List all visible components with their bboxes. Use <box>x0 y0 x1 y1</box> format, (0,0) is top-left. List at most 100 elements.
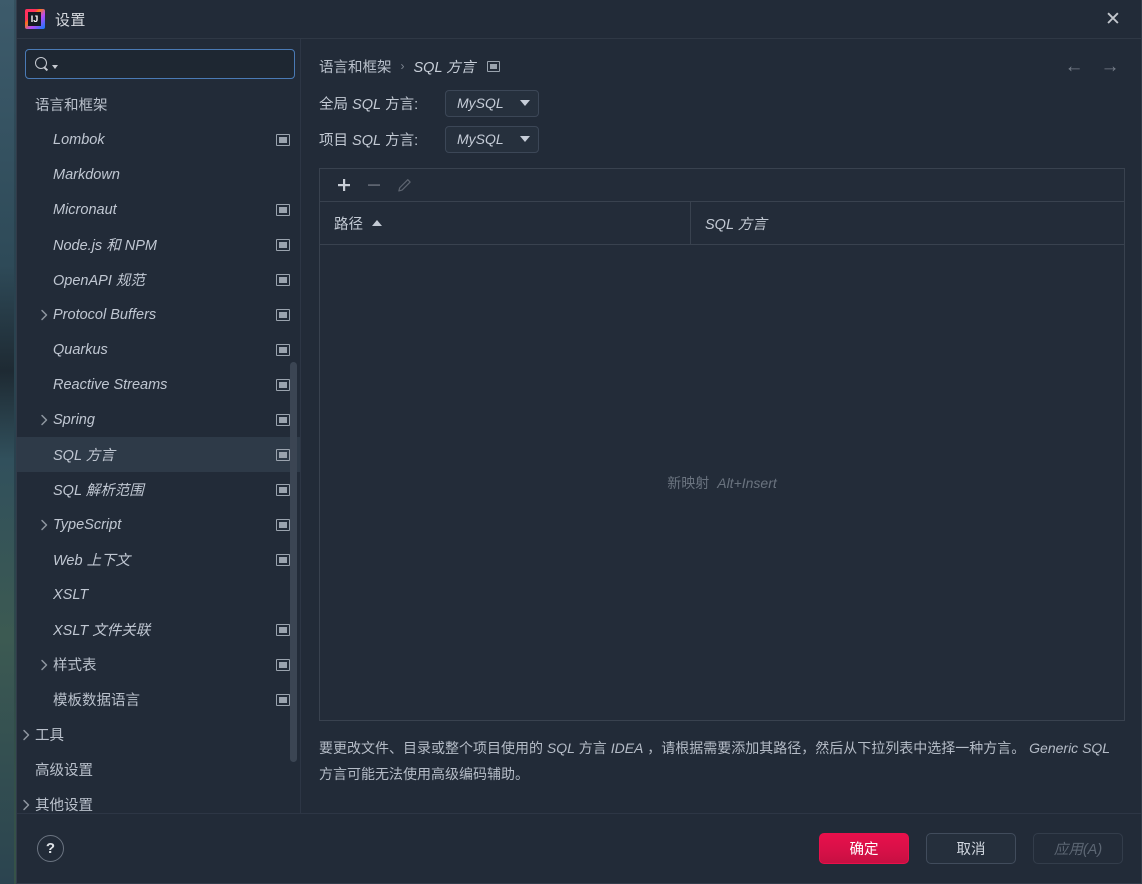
module-settings-icon <box>276 273 290 286</box>
sidebar-item-5[interactable]: OpenAPI 规范 <box>17 262 300 297</box>
chevron-right-icon[interactable] <box>35 519 53 531</box>
sidebar-item-20[interactable]: 其他设置 <box>17 787 300 813</box>
sidebar-item-label: Node.js 和 NPM <box>53 238 157 254</box>
sidebar-item-10[interactable]: SQL 方言 <box>17 437 300 472</box>
settings-tree[interactable]: 语言和框架 Lombok Markdown Micronaut Node.js 和 NP… <box>17 85 300 813</box>
pencil-icon <box>397 178 411 192</box>
sidebar-item-12[interactable]: TypeScript <box>17 507 300 542</box>
sidebar-item-13[interactable]: Web 上下文 <box>17 542 300 577</box>
chevron-right-icon[interactable] <box>35 309 53 321</box>
sidebar-item-9[interactable]: Spring <box>17 402 300 437</box>
module-settings-icon <box>276 133 290 146</box>
sidebar-item-label: SQL 解析范围 <box>53 483 144 499</box>
sidebar-scrollbar[interactable] <box>290 362 297 762</box>
settings-sidebar: 语言和框架 Lombok Markdown Micronaut Node.js 和 NP… <box>17 39 301 813</box>
sidebar-item-7[interactable]: Quarkus <box>17 332 300 367</box>
module-settings-icon <box>276 483 290 496</box>
mappings-toolbar <box>320 169 1124 202</box>
column-header-dialect[interactable]: SQL 方言 <box>691 202 1124 244</box>
global-dialect-label-suffix: 方言: <box>385 96 419 113</box>
chevron-right-icon[interactable] <box>17 799 35 811</box>
sidebar-item-label: Spring <box>53 411 95 428</box>
sidebar-item-1[interactable]: Lombok <box>17 122 300 157</box>
project-dialect-label: 项目 SQL 方言: <box>319 129 445 150</box>
dialog-footer: ? 确定 取消 应用(A) <box>17 813 1141 883</box>
global-dialect-value: MySQL <box>457 95 504 111</box>
add-mapping-button[interactable] <box>330 172 358 198</box>
chevron-right-icon[interactable] <box>17 729 35 741</box>
sidebar-item-label: XSLT 文件关联 <box>53 623 151 639</box>
search-input[interactable] <box>58 56 286 72</box>
sidebar-item-label: 其他设置 <box>35 798 93 813</box>
module-settings-icon <box>276 553 290 566</box>
sidebar-item-label: Web 上下文 <box>53 553 131 569</box>
project-dialect-label-prefix: 项目 <box>319 132 348 149</box>
sidebar-item-19[interactable]: 高级设置 <box>17 752 300 787</box>
project-dialect-dropdown[interactable]: MySQL <box>445 125 539 153</box>
global-dialect-label-prefix: 全局 <box>319 96 348 113</box>
empty-state: 新映射 Alt+Insert <box>667 473 777 493</box>
sidebar-item-label: 工具 <box>35 728 64 744</box>
chevron-down-icon <box>520 100 530 106</box>
sidebar-item-16[interactable]: 样式表 <box>17 647 300 682</box>
chevron-right-icon[interactable] <box>35 414 53 426</box>
sort-ascending-icon <box>372 220 382 226</box>
sidebar-item-label: SQL 方言 <box>53 448 115 464</box>
module-settings-icon <box>276 238 290 251</box>
apply-button[interactable]: 应用(A) <box>1033 833 1123 864</box>
module-settings-icon <box>276 413 290 426</box>
sidebar-item-3[interactable]: Micronaut <box>17 192 300 227</box>
ok-button[interactable]: 确定 <box>819 833 909 864</box>
back-arrow-icon[interactable]: ← <box>1063 55 1085 77</box>
column-header-path[interactable]: 路径 <box>320 202 691 244</box>
sidebar-item-6[interactable]: Protocol Buffers <box>17 297 300 332</box>
settings-dialog: IJ 设置 ✕ 语言和框架 Lombok Markdown Micronaut Node… <box>16 0 1142 884</box>
hint-generic-sql: Generic SQL <box>1029 740 1111 756</box>
sidebar-item-15[interactable]: XSLT 文件关联 <box>17 612 300 647</box>
global-dialect-row: 全局 SQL 方言: MySQL <box>319 85 1125 121</box>
mappings-table-block: 路径 SQL 方言 新映射 Alt+Insert <box>319 168 1125 721</box>
hint-sql: SQL <box>546 740 575 756</box>
edit-mapping-button[interactable] <box>390 172 418 198</box>
minus-icon <box>368 184 380 186</box>
mappings-table-body[interactable]: 新映射 Alt+Insert <box>320 245 1124 720</box>
search-box[interactable] <box>25 49 295 79</box>
breadcrumb-parent[interactable]: 语言和框架 <box>319 56 392 77</box>
hint-part-1: 要更改文件、目录或整个项目使用的 <box>319 740 543 756</box>
empty-state-shortcut: Alt+Insert <box>717 474 777 491</box>
sidebar-item-11[interactable]: SQL 解析范围 <box>17 472 300 507</box>
module-settings-icon <box>276 623 290 636</box>
sidebar-item-label: Protocol Buffers <box>53 306 157 323</box>
sidebar-item-17[interactable]: 模板数据语言 <box>17 682 300 717</box>
sidebar-item-18[interactable]: 工具 <box>17 717 300 752</box>
global-dialect-label: 全局 SQL 方言: <box>319 93 445 114</box>
sidebar-item-label: XSLT <box>53 586 89 603</box>
search-area <box>17 39 300 85</box>
sidebar-item-14[interactable]: XSLT <box>17 577 300 612</box>
sidebar-item-label: 语言和框架 <box>35 98 108 114</box>
cancel-button[interactable]: 取消 <box>926 833 1016 864</box>
remove-mapping-button[interactable] <box>360 172 388 198</box>
sidebar-item-label: Quarkus <box>53 341 108 358</box>
sidebar-item-0[interactable]: 语言和框架 <box>17 87 300 122</box>
sidebar-item-2[interactable]: Markdown <box>17 157 300 192</box>
global-dialect-dropdown[interactable]: MySQL <box>445 89 539 117</box>
project-dialect-label-suffix: 方言: <box>385 132 419 149</box>
module-settings-icon <box>276 658 290 671</box>
chevron-right-icon[interactable] <box>35 659 53 671</box>
sidebar-item-label: 模板数据语言 <box>53 693 140 709</box>
title-bar: IJ 设置 ✕ <box>17 0 1141 39</box>
app-icon-letter: IJ <box>28 12 41 26</box>
sidebar-item-8[interactable]: Reactive Streams <box>17 367 300 402</box>
forward-arrow-icon[interactable]: → <box>1099 55 1121 77</box>
breadcrumb-current: SQL 方言 <box>413 59 476 76</box>
sidebar-item-label: Reactive Streams <box>53 376 168 393</box>
close-icon[interactable]: ✕ <box>1097 3 1129 35</box>
search-icon <box>35 56 51 72</box>
project-dialect-row: 项目 SQL 方言: MySQL <box>319 121 1125 157</box>
chevron-down-icon <box>520 136 530 142</box>
hint-part-2: 方言 <box>578 740 607 756</box>
sidebar-item-4[interactable]: Node.js 和 NPM <box>17 227 300 262</box>
help-button[interactable]: ? <box>37 835 64 862</box>
project-dialect-label-sql: SQL <box>352 132 382 149</box>
